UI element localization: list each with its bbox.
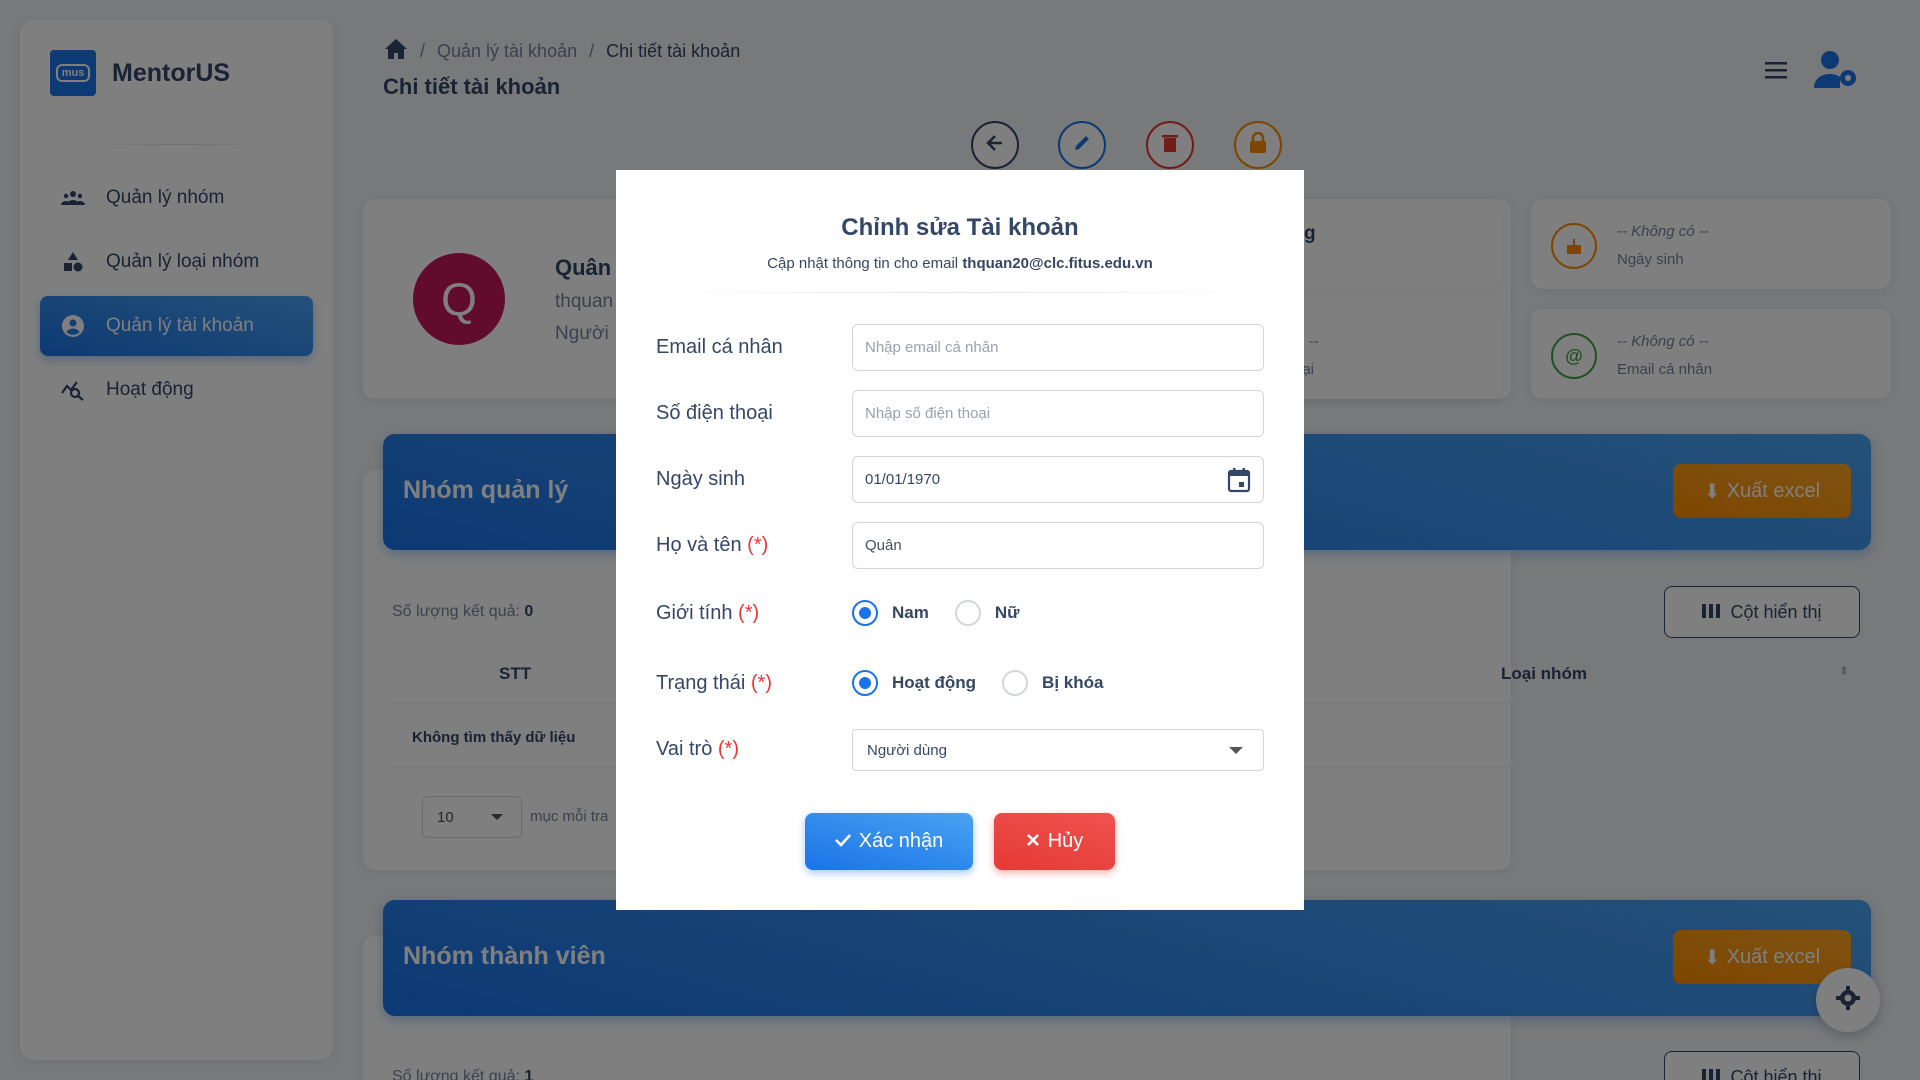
modal-title: Chỉnh sửa Tài khoản	[841, 214, 1079, 241]
role-label: Vai trò (*)	[656, 738, 739, 761]
fullname-label: Họ và tên (*)	[656, 534, 768, 557]
calendar-icon[interactable]	[1227, 467, 1251, 497]
status-option-locked[interactable]: Bị khóa	[1042, 673, 1103, 693]
status-label-text: Trạng thái	[656, 672, 746, 694]
gender-radio-female[interactable]	[954, 600, 981, 626]
role-select-value: Người dùng	[867, 741, 947, 759]
modal-subtitle: Cập nhật thông tin cho email thquan20@cl…	[616, 255, 1304, 272]
gender-radio-group: Nam Nữ	[852, 600, 1045, 626]
modal-subtitle-email: thquan20@clc.fitus.edu.vn	[962, 255, 1153, 272]
check-icon	[834, 830, 851, 853]
birthday-label: Ngày sinh	[656, 468, 745, 490]
modal-subtitle-prefix: Cập nhật thông tin cho email	[767, 255, 959, 272]
status-radio-active[interactable]	[852, 670, 878, 696]
fullname-label-text: Họ và tên	[656, 534, 742, 556]
cancel-label: Hủy	[1047, 830, 1084, 852]
status-label: Trạng thái (*)	[656, 672, 772, 695]
personal-email-label: Email cá nhân	[656, 336, 783, 358]
required-marker: (*)	[747, 534, 769, 556]
required-marker: (*)	[717, 738, 739, 760]
gender-radio-male[interactable]	[852, 600, 878, 626]
status-radio-group: Hoạt động Bị khóa	[852, 670, 1129, 696]
role-select[interactable]: Người dùng	[852, 729, 1264, 771]
cancel-button[interactable]: Hủy	[994, 813, 1115, 870]
gender-option-male[interactable]: Nam	[892, 603, 929, 623]
fullname-input[interactable]	[852, 522, 1264, 569]
status-option-active[interactable]: Hoạt động	[892, 673, 976, 693]
required-marker: (*)	[738, 602, 760, 624]
edit-account-modal: Chỉnh sửa Tài khoản Cập nhật thông tin c…	[616, 170, 1304, 910]
status-radio-locked[interactable]	[1002, 670, 1029, 696]
personal-email-input[interactable]	[852, 324, 1264, 371]
gender-label: Giới tính (*)	[656, 602, 759, 625]
birthday-value: 01/01/1970	[865, 471, 941, 488]
close-icon	[1026, 830, 1040, 853]
gender-option-female[interactable]: Nữ	[995, 603, 1020, 623]
phone-input[interactable]	[852, 390, 1264, 437]
confirm-label: Xác nhận	[858, 830, 944, 852]
role-label-text: Vai trò	[656, 738, 713, 760]
modal-divider	[656, 292, 1264, 293]
gender-label-text: Giới tính	[656, 602, 733, 624]
required-marker: (*)	[750, 672, 772, 694]
phone-label: Số điện thoại	[656, 402, 773, 424]
confirm-button[interactable]: Xác nhận	[805, 813, 973, 870]
birthday-input[interactable]: 01/01/1970	[852, 456, 1264, 503]
chevron-down-icon	[1229, 747, 1243, 754]
